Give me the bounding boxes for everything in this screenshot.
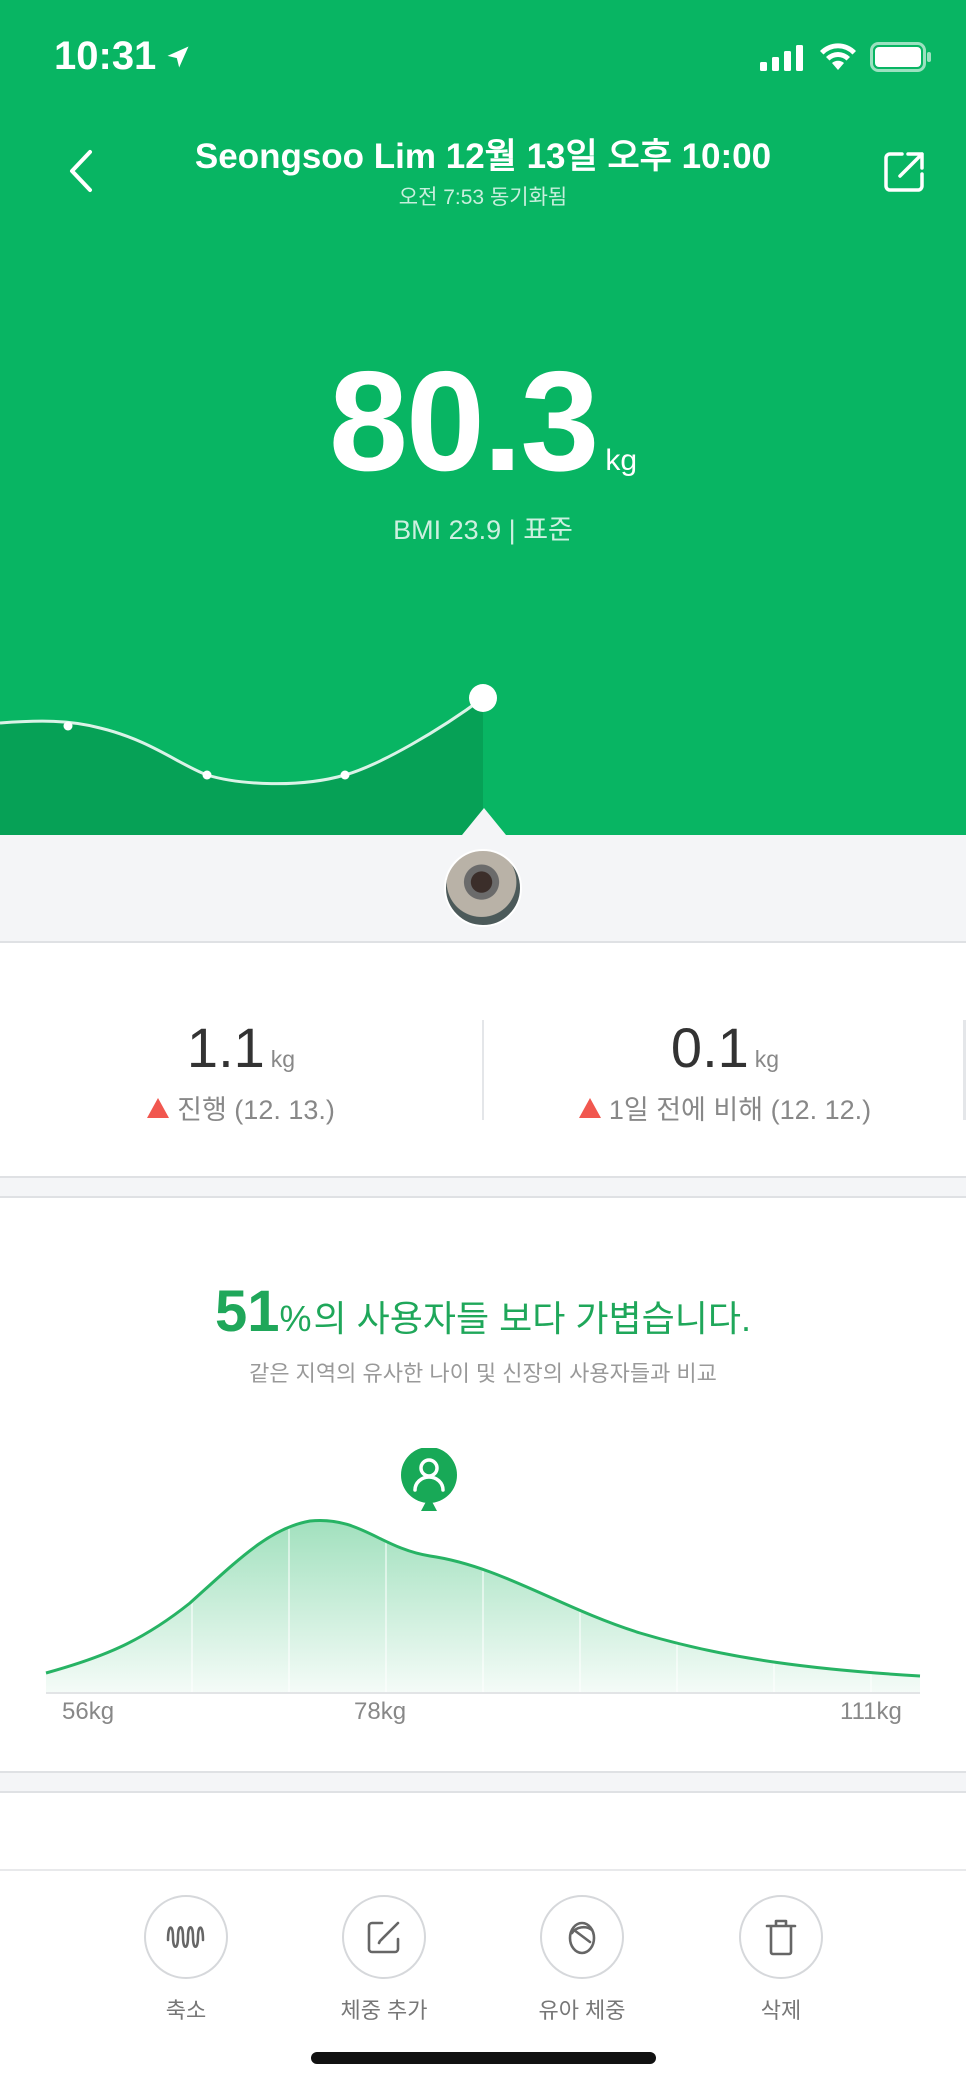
section-separator xyxy=(0,1771,966,1793)
home-indicator[interactable] xyxy=(311,2052,656,2064)
weight-display: 80.3 kg xyxy=(0,340,966,504)
infant-weight-label: 유아 체중 xyxy=(538,1998,626,2023)
axis-label-max: 111kg xyxy=(840,1698,902,1725)
weight-value: 80.3 xyxy=(328,342,599,501)
status-icons xyxy=(760,42,932,72)
infant-weight-button[interactable]: 유아 체중 xyxy=(502,1895,662,2025)
increase-arrow-icon xyxy=(578,1097,601,1118)
cellular-signal-icon xyxy=(760,45,803,71)
axis-label-min: 56kg xyxy=(62,1698,115,1725)
weight-unit: kg xyxy=(605,444,638,477)
sync-status: 오전 7:53 동기화됨 xyxy=(398,186,568,209)
trend-area xyxy=(0,698,483,835)
stat-daily-value: 0.1 xyxy=(670,1016,749,1079)
increase-arrow-icon xyxy=(147,1097,170,1118)
add-weight-button-circle[interactable] xyxy=(342,1895,426,1979)
weight-change-stats: 1.1 kg 진행 (12. 13.) 0.1 kg 1일 전에 비해 (12. 1… xyxy=(0,945,966,1177)
location-arrow-icon xyxy=(167,46,189,67)
comparison-subtext: 같은 지역의 유사한 나이 및 신장의 사용자들과 비교 xyxy=(249,1361,717,1386)
screen: 10:31 Seongsoo Lim 12월 13일 오후 10:00 오전 7… xyxy=(0,0,966,2092)
bmi-status: BMI 23.9 | 표준 xyxy=(393,515,573,545)
trend-point[interactable] xyxy=(340,770,350,780)
trash-icon xyxy=(765,1919,797,1956)
share-icon[interactable] xyxy=(880,146,930,196)
stat-daily-change: 0.1 kg 1일 전에 비해 (12. 12.) xyxy=(484,1015,966,1127)
delete-button-circle[interactable] xyxy=(739,1895,823,1979)
comparison-percent-sign: % xyxy=(279,1298,312,1339)
stat-daily-unit: kg xyxy=(754,1046,780,1072)
avatar-band xyxy=(0,835,966,943)
collapse-wave-icon xyxy=(166,1926,205,1948)
add-weight-button[interactable]: 체중 추가 xyxy=(304,1895,464,2025)
stat-progress: 1.1 kg 진행 (12. 13.) xyxy=(0,1015,482,1127)
page-title: Seongsoo Lim 12월 13일 오후 10:00 xyxy=(194,137,772,176)
collapse-button-circle[interactable] xyxy=(144,1895,228,1979)
edit-square-icon xyxy=(367,1921,400,1954)
infant-weight-button-circle[interactable] xyxy=(540,1895,624,1979)
comparison-percent: 51 xyxy=(215,1279,280,1344)
status-time: 10:31 xyxy=(54,34,192,79)
selected-pointer xyxy=(462,808,506,835)
trend-point-selected[interactable] xyxy=(469,684,497,712)
trend-point[interactable] xyxy=(202,770,212,780)
delete-button[interactable]: 삭제 xyxy=(701,1895,861,2025)
comparison-headline-text: 의 사용자들 보다 가볍습니다. xyxy=(313,1298,751,1339)
trend-point[interactable] xyxy=(63,721,73,731)
stat-daily-label: 1일 전에 비해 (12. 12.) xyxy=(608,1095,872,1125)
wifi-icon xyxy=(820,43,856,70)
infant-icon xyxy=(568,1921,596,1955)
avatar[interactable] xyxy=(444,849,522,927)
user-position-marker-icon xyxy=(401,1448,457,1511)
battery-icon xyxy=(870,42,931,72)
status-time-text: 10:31 xyxy=(54,34,157,78)
delete-label: 삭제 xyxy=(760,1998,802,2023)
section-separator xyxy=(0,1176,966,1198)
axis-label-mid: 78kg xyxy=(354,1698,407,1725)
stat-progress-unit: kg xyxy=(270,1046,296,1072)
collapse-label: 축소 xyxy=(165,1998,207,2023)
user-comparison-section: 51%의 사용자들 보다 가볍습니다. 같은 지역의 유사한 나이 및 신장의 … xyxy=(0,1198,966,1771)
stat-progress-value: 1.1 xyxy=(186,1016,265,1079)
add-weight-label: 체중 추가 xyxy=(340,1998,428,2023)
weight-hero: 10:31 Seongsoo Lim 12월 13일 오후 10:00 오전 7… xyxy=(0,0,966,835)
empty-section xyxy=(0,1793,966,1869)
weight-distribution-chart xyxy=(45,1448,921,1694)
stat-progress-label: 진행 (12. 13.) xyxy=(177,1095,335,1125)
collapse-button[interactable]: 축소 xyxy=(106,1895,266,2025)
comparison-headline: 51%의 사용자들 보다 가볍습니다. xyxy=(0,1278,966,1345)
